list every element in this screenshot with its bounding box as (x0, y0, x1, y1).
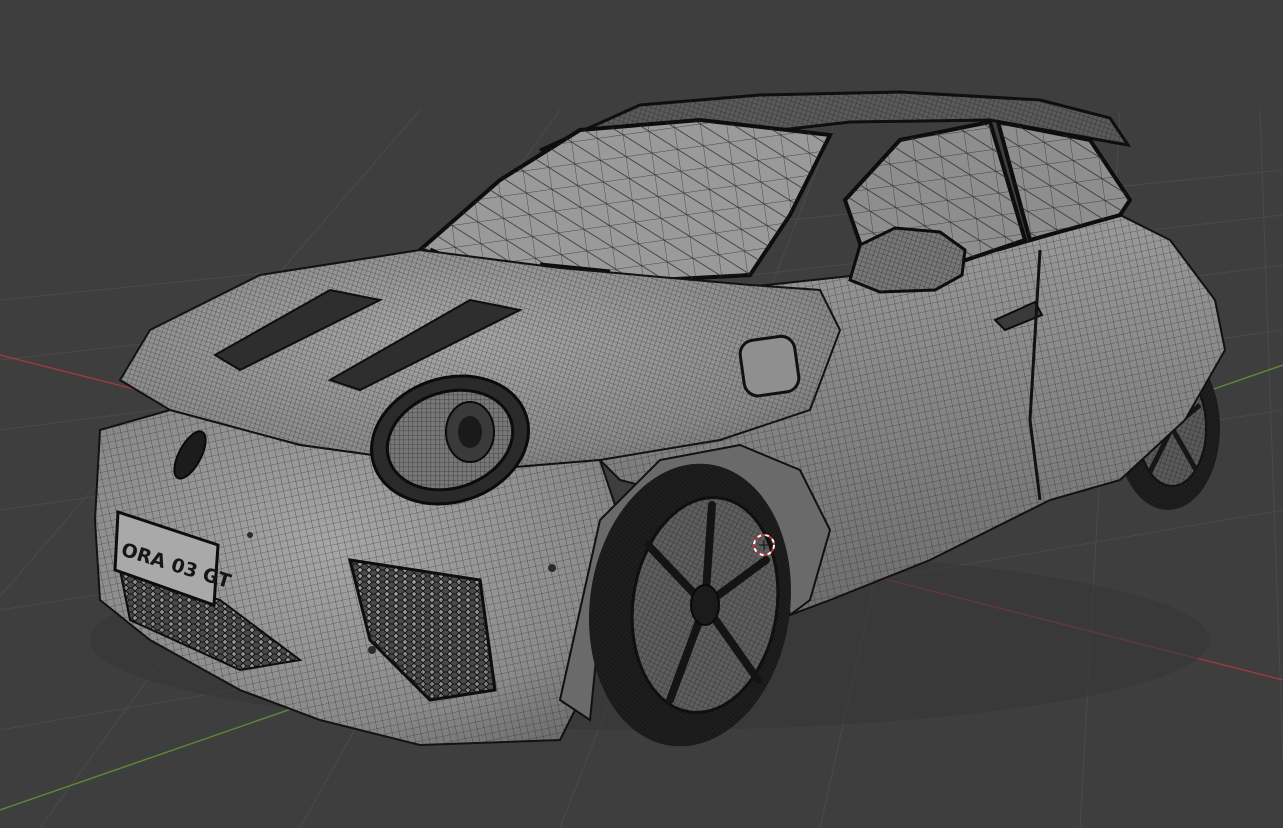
car-model-mesh[interactable]: ORA 03 GT (90, 90, 1227, 760)
viewport-canvas[interactable]: ORA 03 GT (0, 0, 1283, 828)
charge-port-door (738, 334, 801, 398)
3d-viewport[interactable]: ORA 03 GT (0, 0, 1283, 828)
